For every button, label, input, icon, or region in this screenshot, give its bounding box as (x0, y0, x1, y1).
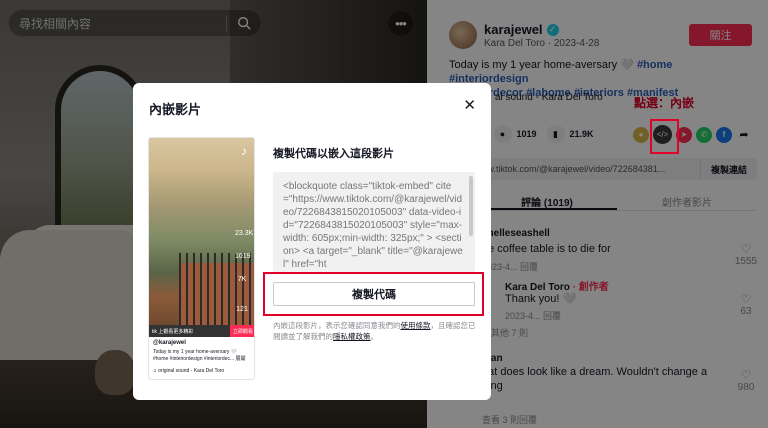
terms-prefix: 內嵌這段影片，表示您確認同意我們的 (273, 321, 401, 330)
preview-music: ♫ original sound - Kara Del Toro (153, 368, 225, 374)
preview-caption: Today is my 1 year home-aversary 🤍 #home… (153, 349, 246, 362)
preview-bar-text: tik 上觀看更多精彩 (152, 328, 194, 335)
tiktok-logo-icon: ♪ (241, 144, 247, 158)
preview-railing (179, 253, 254, 325)
terms-suffix: 。 (370, 332, 379, 341)
modal-title: 內嵌影片 (149, 102, 202, 117)
embed-code-box[interactable]: <blockquote class="tiktok-embed" cite="h… (273, 172, 475, 272)
preview-username: @karajewel (153, 340, 186, 346)
copy-button-highlight (263, 272, 484, 316)
code-scrollbar[interactable] (469, 176, 473, 236)
preview-watch-button: 立即觀看 (229, 325, 254, 337)
close-icon[interactable]: ✕ (463, 96, 476, 114)
preview-save-count: 7K (237, 276, 247, 283)
embed-modal: 內嵌影片 ✕ ♪ 23.3K 1019 7K 121 tik 上觀看更多精彩 立… (133, 83, 491, 400)
terms-of-use-link[interactable]: 使用條款 (401, 321, 431, 330)
terms-notice: 內嵌這段影片，表示您確認同意我們的使用條款，且確認您已閱讀並了解我們的隱私權政策… (273, 320, 478, 342)
embed-preview: ♪ 23.3K 1019 7K 121 tik 上觀看更多精彩 立即觀看 @ka… (148, 137, 255, 380)
preview-share-count: 121 (236, 306, 248, 313)
embed-icon-highlight (650, 119, 679, 154)
embed-code: <blockquote class="tiktok-embed" cite="h… (283, 181, 463, 270)
embed-heading: 複製代碼以嵌入這段影片 (273, 148, 394, 160)
preview-bar: tik 上觀看更多精彩 立即觀看 (149, 325, 254, 337)
preview-comment-count: 1019 (235, 253, 251, 260)
privacy-policy-link[interactable]: 隱私權政策 (333, 332, 371, 341)
preview-like-count: 23.3K (235, 230, 254, 237)
